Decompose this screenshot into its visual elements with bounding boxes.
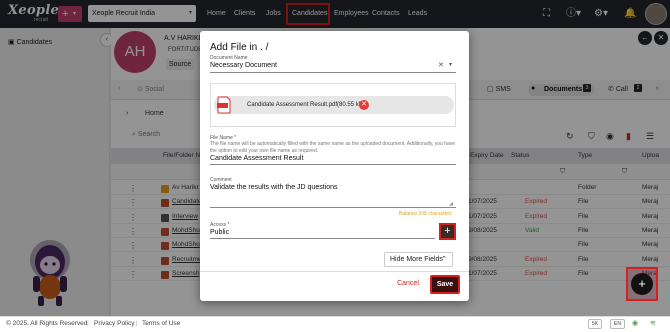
privacy-policy-link[interactable]: Privacy Policy: [94, 320, 134, 327]
document-name-label: Document Name: [210, 55, 248, 61]
chevron-down-icon[interactable]: ▾: [449, 61, 452, 68]
comment-counter: Balance 208 characters: [399, 211, 452, 217]
footer-copyright: © 2025. All Rights Reserved: [6, 320, 88, 327]
comment-label: Comment: [210, 177, 232, 183]
document-name-underline: [210, 72, 456, 73]
save-button[interactable]: Save: [430, 275, 460, 294]
status-ok-icon: ◉: [632, 320, 639, 327]
file-name-underline: [210, 164, 456, 165]
remove-attachment-icon[interactable]: ✕: [359, 100, 369, 110]
access-label: Access *: [210, 222, 230, 228]
comment-textarea[interactable]: Validate the results with the JD questio…: [210, 184, 338, 191]
hide-more-fields-button[interactable]: Hide More Fields ⌃: [384, 252, 453, 267]
footer-separator: |: [136, 320, 138, 327]
chevron-up-icon: ⌃: [441, 256, 447, 263]
footer-separator: |: [87, 320, 89, 327]
file-name-hint: The file name will be automatically fill…: [210, 141, 456, 154]
cancel-button[interactable]: Cancel: [390, 277, 426, 291]
add-access-button[interactable]: +: [439, 223, 456, 240]
footer-badge: EN: [610, 319, 625, 329]
comment-underline: [210, 207, 456, 208]
modal-title: Add File in . /: [210, 42, 269, 53]
wifi-icon: ≋: [650, 320, 656, 327]
plus-icon: +: [444, 225, 451, 237]
access-underline: [210, 238, 435, 239]
plus-icon: +: [638, 276, 646, 291]
pdf-file-icon: [217, 96, 231, 114]
modal-footer-divider: [200, 271, 469, 272]
file-name-input[interactable]: Candidate Assessment Result: [210, 155, 303, 162]
clear-icon[interactable]: ✕: [438, 61, 444, 69]
terms-of-use-link[interactable]: Terms of Use: [142, 320, 180, 327]
add-floating-button[interactable]: +: [631, 273, 653, 295]
attachment-filename: Candidate Assessment Result.pdf(80.55 kB…: [247, 102, 365, 108]
footer-badge: 5K: [588, 319, 603, 329]
access-select[interactable]: Public: [210, 229, 229, 236]
document-name-select[interactable]: Necessary Document: [210, 62, 277, 69]
